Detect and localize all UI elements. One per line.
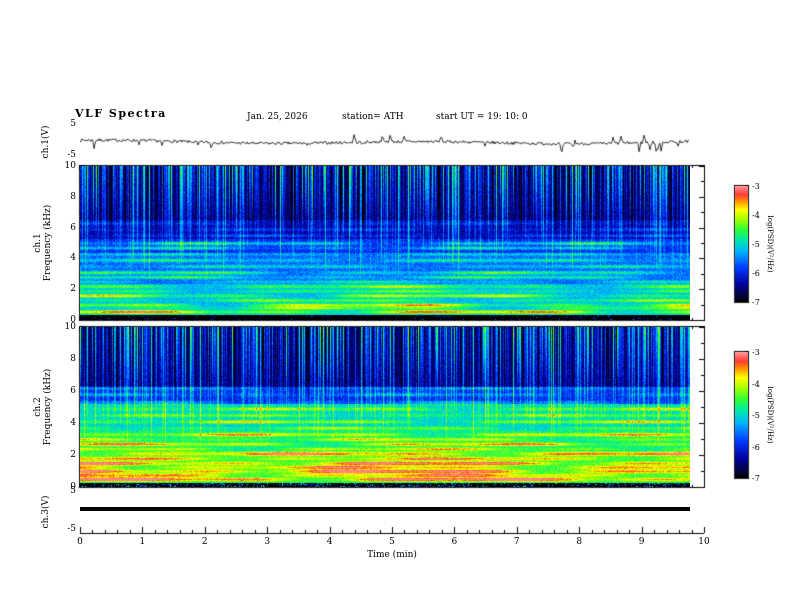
ch2-freq-tick-label: 8	[70, 354, 76, 364]
ch1-freq-tick-label: 2	[70, 284, 76, 295]
x-axis-tick-label: 10	[698, 537, 710, 547]
ch3-volt-tick-label: -5	[67, 524, 76, 534]
ch1-freq-tick-label: 10	[64, 161, 76, 171]
colorbar1-canvas	[735, 186, 748, 302]
x-axis-tick-label: 5	[389, 537, 395, 547]
colorbar2-tick-label: -7	[752, 474, 760, 483]
ch1-spectrogram-canvas	[80, 166, 690, 320]
colorbar1-tick-label: -3	[752, 182, 760, 191]
ch2-freq-tick-label: 4	[70, 418, 76, 428]
colorbar1-tick-label: -6	[752, 269, 760, 278]
ch3-volt-tick-label: 5	[70, 486, 76, 496]
ch1-freq-tick-label: 6	[70, 222, 76, 233]
ch1-volt-tick-label: 5	[70, 119, 76, 129]
ch2-freq-tick-label: 6	[70, 386, 76, 396]
colorbar1-tick-label: -7	[752, 298, 760, 307]
x-axis-tick-label: 2	[201, 537, 208, 547]
x-axis-tick-label: 6	[451, 537, 458, 547]
x-axis-tick-label: 4	[326, 537, 333, 547]
colorbar1-tick-label: -5	[752, 240, 760, 249]
colorbar2-canvas	[735, 352, 748, 478]
x-axis-tick-label: 0	[77, 537, 83, 547]
colorbar2-tick-label: -3	[752, 348, 760, 357]
ch3-flatline-trace	[80, 507, 690, 511]
colorbar1-tick-label: -4	[752, 211, 760, 220]
x-axis-tick-label: 3	[264, 537, 271, 547]
colorbar2-tick-label: -4	[752, 379, 760, 389]
ch2-spectrogram-canvas	[80, 327, 690, 487]
ch1-volt-tick-label: -5	[67, 150, 76, 160]
ch2-freq-tick-label: 2	[70, 450, 76, 460]
x-axis-tick-label: 1	[139, 537, 146, 547]
x-axis-tick-label: 9	[638, 537, 645, 547]
ch1-freq-tick-label: 8	[70, 191, 76, 202]
vlf-spectra-figure: VLF Spectra Jan. 25, 2026 station= ATH s…	[0, 0, 792, 612]
x-axis-tick-label: 7	[513, 537, 520, 547]
x-axis-tick-label: 8	[576, 537, 583, 547]
ch2-freq-tick-label: 10	[64, 322, 76, 332]
ch1-waveform-canvas	[80, 124, 690, 160]
colorbar2-tick-label: -6	[752, 442, 760, 452]
colorbar2-tick-label: -5	[752, 411, 760, 420]
ch1-freq-tick-label: 4	[70, 253, 76, 264]
